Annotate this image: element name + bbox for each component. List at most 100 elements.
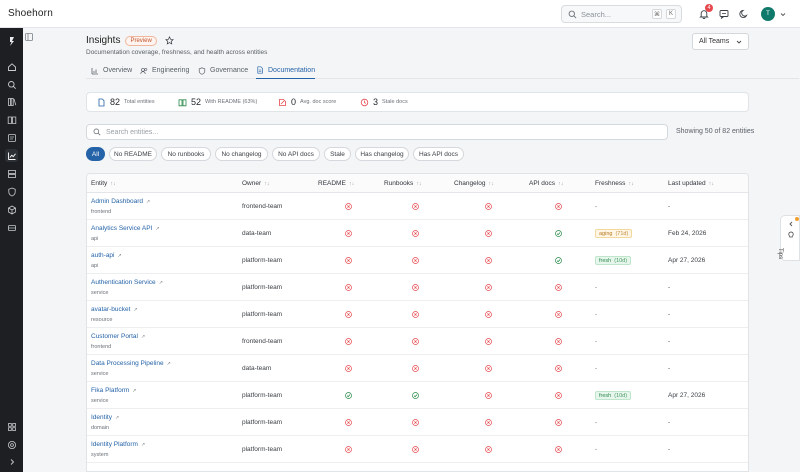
table-row[interactable]: Identity ↗ domain platform-team - -: [87, 409, 748, 436]
column-header-owner[interactable]: Owner ↑↓: [242, 174, 270, 193]
filter-chip-no-api-docs[interactable]: No API docs: [272, 147, 320, 161]
entity-owner: platform-team: [242, 257, 283, 264]
filter-chip-has-api-docs[interactable]: Has API docs: [413, 147, 464, 161]
external-link-icon: ↗: [132, 387, 137, 394]
column-header-api-docs[interactable]: API docs ↑↓: [529, 174, 564, 193]
tab-documentation[interactable]: Documentation: [256, 62, 316, 79]
entity-search-input[interactable]: Search entities...: [86, 124, 668, 140]
changelog-x-circle-icon: [485, 392, 492, 399]
entity-link[interactable]: avatar-bucket ↗: [91, 306, 138, 313]
filter-chip-all[interactable]: All: [86, 147, 105, 161]
filter-chip-has-changelog[interactable]: Has changelog: [355, 147, 409, 161]
global-search-placeholder: Search...: [581, 9, 612, 19]
tab-documentation-label: Documentation: [268, 66, 316, 74]
tips-tab[interactable]: Tips: [777, 215, 800, 261]
filter-chip-stale[interactable]: Stale: [324, 147, 351, 161]
stat-label: Stale docs: [382, 99, 408, 105]
document-icon: [257, 66, 263, 74]
freshness-status: fresh: [599, 257, 612, 264]
entity-link[interactable]: Identity Platform ↗: [91, 441, 145, 448]
app-brand[interactable]: Shoehorn: [8, 8, 53, 19]
column-header-entity[interactable]: Entity ↑↓: [91, 174, 116, 193]
table-row[interactable]: auth-api ↗ api platform-team fresh (10d) Apr 2…: [87, 247, 748, 274]
search-icon[interactable]: [5, 78, 18, 91]
readme-x-circle-icon: [345, 311, 352, 318]
entity-link[interactable]: Data Processing Pipeline ↗: [91, 360, 171, 367]
table-row[interactable]: avatar-bucket ↗ resource platform-team - -: [87, 301, 748, 328]
sidebar-toggle-icon[interactable]: [25, 33, 33, 41]
entity-link[interactable]: Identity ↗: [91, 414, 119, 421]
team-filter-select[interactable]: All Teams: [692, 33, 749, 50]
entity-link[interactable]: Admin Dashboard ↗: [91, 198, 150, 205]
entity-link[interactable]: Fika Platform ↗: [91, 387, 137, 394]
entity-link[interactable]: auth-api ↗: [91, 252, 122, 259]
column-header-freshness[interactable]: Freshness ↑↓: [595, 174, 634, 193]
preview-badge: Preview: [125, 35, 157, 46]
stat-label: Avg. doc score: [300, 99, 337, 105]
table-row[interactable]: Analytics Service API ↗ api data-team aging(…: [87, 220, 748, 247]
tips-indicator-dot: [795, 217, 799, 221]
column-header-runbooks[interactable]: Runbooks ↑↓: [384, 174, 422, 193]
users-icon: [140, 67, 148, 74]
table-row[interactable]: Customer Portal ↗ frontend frontend-team - -: [87, 328, 748, 355]
entity-link[interactable]: Authentication Service ↗: [91, 279, 163, 286]
external-link-icon: ↗: [155, 225, 160, 232]
freshness-days: (10d): [614, 392, 628, 399]
table-row[interactable]: Authentication Service ↗ service platform-t…: [87, 274, 748, 301]
theme-moon-icon[interactable]: [737, 7, 751, 21]
entity-link[interactable]: Customer Portal ↗: [91, 333, 145, 340]
entity-owner: platform-team: [242, 311, 283, 318]
expand-chevron-icon[interactable]: [5, 455, 18, 468]
table-row[interactable]: Identity Platform ↗ system platform-team - -: [87, 436, 748, 463]
global-search-input[interactable]: Search... ⌘ K: [561, 5, 682, 23]
help-icon[interactable]: [5, 438, 18, 451]
filter-chip-no-changelog[interactable]: No changelog: [215, 147, 268, 161]
docs-icon[interactable]: [5, 131, 18, 144]
column-header-last-updated[interactable]: Last updated ↑↓: [668, 174, 714, 193]
nav-rail: [0, 28, 23, 472]
server-icon[interactable]: [5, 167, 18, 180]
tab-governance[interactable]: Governance: [198, 62, 248, 79]
filter-chip-no-readme[interactable]: No README: [109, 147, 157, 161]
tab-overview[interactable]: Overview: [91, 62, 132, 79]
readme-x-circle-icon: [345, 446, 352, 453]
table-row[interactable]: Fika Platform ↗ service platform-team fresh(…: [87, 382, 748, 409]
book-icon[interactable]: [5, 113, 18, 126]
changelog-x-circle-icon: [485, 365, 492, 372]
entities-table: Entity ↑↓ Owner ↑↓ README ↑↓ Runbooks ↑↓ Cha…: [86, 173, 749, 472]
entity-link[interactable]: Analytics Service API ↗: [91, 225, 160, 232]
package-icon[interactable]: [5, 203, 18, 216]
chat-icon[interactable]: [717, 7, 731, 21]
insights-chart-icon[interactable]: [5, 149, 18, 162]
grid-apps-icon[interactable]: [5, 420, 18, 433]
shield-icon[interactable]: [5, 185, 18, 198]
column-header-changelog[interactable]: Changelog ↑↓: [454, 174, 494, 193]
table-row[interactable]: Data Processing Pipeline ↗ service data-tea…: [87, 355, 748, 382]
stat-label: Total entities: [124, 99, 155, 105]
avatar-initial: T: [766, 11, 770, 17]
column-header-readme[interactable]: README ↑↓: [318, 174, 354, 193]
last-updated: -: [668, 284, 671, 291]
freshness-badge: fresh (10d): [595, 391, 632, 400]
table-header: Entity ↑↓ Owner ↑↓ README ↑↓ Runbooks ↑↓ Cha…: [87, 174, 748, 193]
external-link-icon: ↗: [140, 441, 146, 448]
freshness-status: fresh: [599, 392, 612, 399]
logo-icon[interactable]: [5, 34, 18, 47]
table-row[interactable]: Admin Dashboard ↗ frontend frontend-team - -: [87, 193, 748, 220]
storage-icon[interactable]: [5, 221, 18, 234]
external-link-icon: ↗: [140, 333, 146, 340]
sort-icon: ↑↓: [558, 180, 564, 187]
home-icon[interactable]: [5, 60, 18, 73]
api-docs-x-circle-icon: [555, 284, 562, 291]
entity-name: Identity Platform: [91, 441, 138, 448]
user-avatar[interactable]: T: [761, 7, 775, 21]
entity-name: Admin Dashboard: [91, 198, 144, 205]
stat-value: 82: [110, 97, 121, 107]
tab-engineering[interactable]: Engineering: [140, 62, 189, 79]
catalog-icon[interactable]: [5, 95, 18, 108]
filter-chip-no-runbooks[interactable]: No runbooks: [161, 147, 211, 161]
star-icon[interactable]: [164, 36, 174, 45]
chevron-down-icon[interactable]: [780, 12, 786, 17]
entity-type: system: [91, 452, 109, 458]
stat-total-entities: 82 Total entities: [97, 97, 155, 107]
